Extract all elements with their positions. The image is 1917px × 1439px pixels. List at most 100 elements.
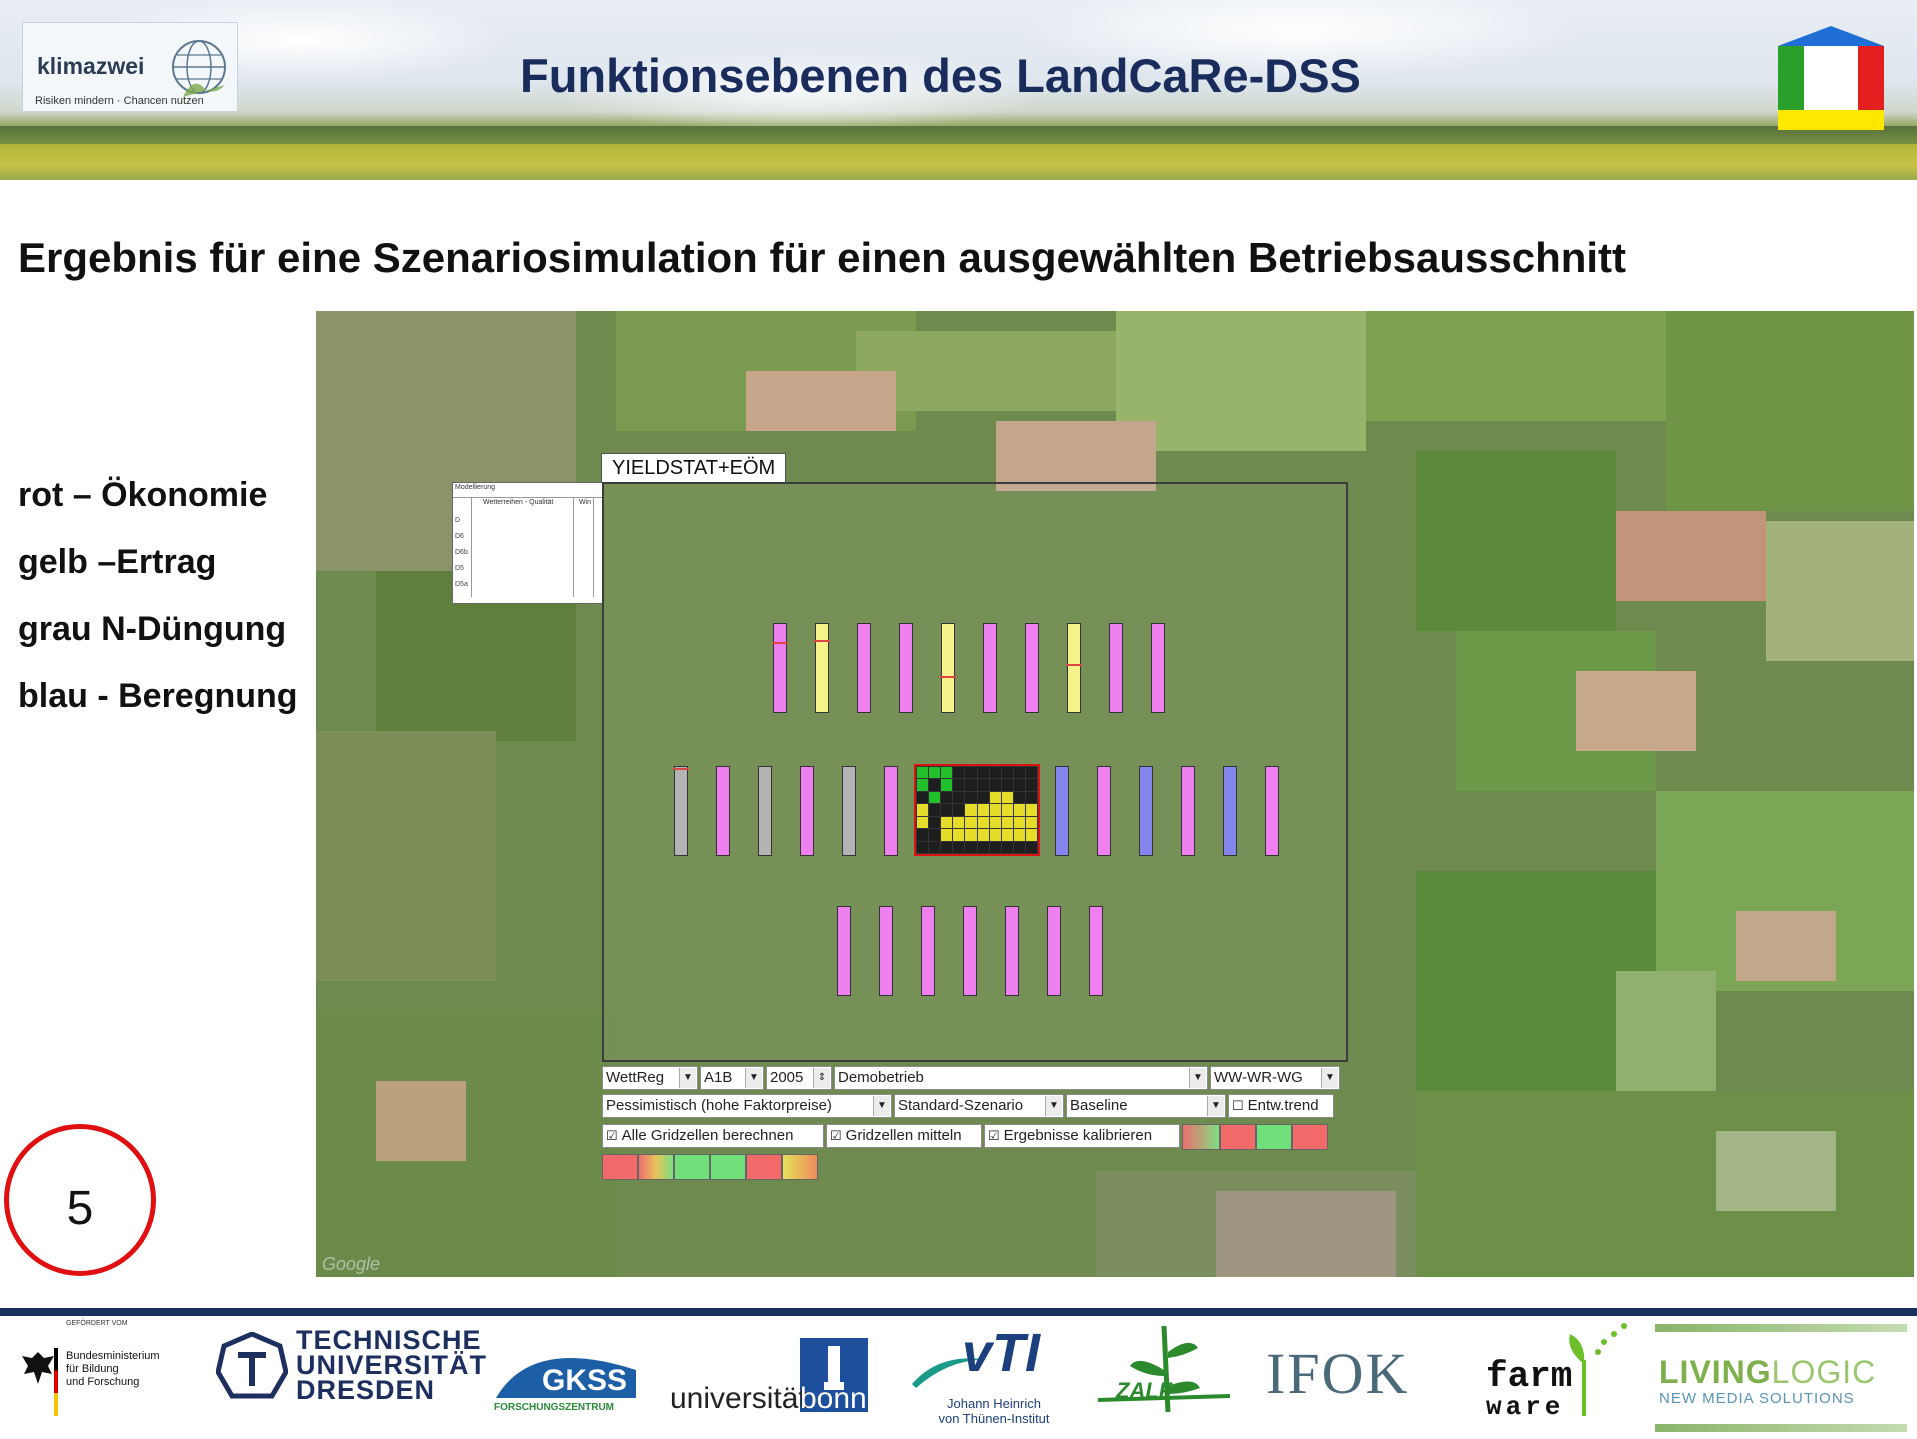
grid-cell[interactable] <box>989 841 1001 853</box>
economy-bar[interactable] <box>1181 766 1195 856</box>
fertilizer-bar[interactable] <box>673 766 689 856</box>
checkbox-checked-icon[interactable]: ☑ <box>988 1125 1000 1147</box>
grid-cell[interactable] <box>989 779 1001 791</box>
grid-cell[interactable] <box>965 816 977 829</box>
chevron-down-icon[interactable]: ▼ <box>873 1096 890 1116</box>
table-row[interactable]: D5 <box>455 565 464 572</box>
economy-bar[interactable] <box>716 766 730 856</box>
grid-cell[interactable] <box>917 816 929 829</box>
economy-bar[interactable] <box>884 766 898 856</box>
farm-select[interactable]: Demobetrieb ▼ <box>834 1066 1208 1090</box>
economy-bar[interactable] <box>837 906 851 996</box>
grid-cell[interactable] <box>1025 841 1037 853</box>
grid-cell[interactable] <box>1025 829 1037 841</box>
economy-bar[interactable] <box>1025 623 1039 713</box>
grid-cell[interactable] <box>989 816 1001 829</box>
checkbox-unchecked-icon[interactable]: ☐ <box>1232 1095 1244 1117</box>
economy-bar[interactable] <box>1109 623 1123 713</box>
grid-cell[interactable] <box>941 767 953 779</box>
fertilizer-bar[interactable] <box>758 766 772 856</box>
grid-cell[interactable] <box>929 804 941 816</box>
grid-cell[interactable] <box>989 791 1001 804</box>
yield-bar[interactable] <box>814 623 830 713</box>
grid-cell[interactable] <box>917 767 929 779</box>
economy-bar[interactable] <box>879 906 893 996</box>
chevron-down-icon[interactable]: ▼ <box>1045 1096 1062 1116</box>
grid-cell[interactable] <box>1013 791 1025 804</box>
grid-cell[interactable] <box>929 829 941 841</box>
model-quality-table[interactable]: Modellierung Wetterreihen - Qualität Win… <box>452 482 604 604</box>
grid-cell[interactable] <box>953 829 965 841</box>
grid-cell[interactable] <box>941 829 953 841</box>
grid-cell[interactable] <box>1013 841 1025 853</box>
grid-cell[interactable] <box>977 779 989 791</box>
grid-cell[interactable] <box>965 779 977 791</box>
year-stepper[interactable]: 2005 ⇕ <box>766 1066 832 1090</box>
grid-cell[interactable] <box>917 779 929 791</box>
economy-bar[interactable] <box>1097 766 1111 856</box>
grid-cell[interactable] <box>929 816 941 829</box>
grid-cell[interactable] <box>1001 779 1013 791</box>
grid-cell[interactable] <box>977 816 989 829</box>
baseline-select[interactable]: Baseline ▼ <box>1066 1094 1226 1118</box>
grid-cell[interactable] <box>917 791 929 804</box>
grid-cell[interactable] <box>953 841 965 853</box>
economy-bar[interactable] <box>1047 906 1061 996</box>
grid-cell[interactable] <box>989 804 1001 816</box>
grid-cell[interactable] <box>1013 816 1025 829</box>
table-row[interactable]: D6 <box>455 533 464 540</box>
grid-cell[interactable] <box>1013 804 1025 816</box>
chevron-down-icon[interactable]: ▼ <box>1189 1068 1206 1088</box>
result-swatch[interactable] <box>1292 1124 1328 1150</box>
grid-cell[interactable] <box>929 779 941 791</box>
economy-bar[interactable] <box>1265 766 1279 856</box>
grid-cell[interactable] <box>929 841 941 853</box>
economy-bar[interactable] <box>1005 906 1019 996</box>
grid-cell[interactable] <box>917 804 929 816</box>
result-swatch[interactable] <box>782 1154 818 1180</box>
economy-bar[interactable] <box>1089 906 1103 996</box>
result-swatch[interactable] <box>746 1154 782 1180</box>
grid-cell[interactable] <box>965 767 977 779</box>
grid-cell[interactable] <box>1013 779 1025 791</box>
chevron-down-icon[interactable]: ▼ <box>1321 1068 1338 1088</box>
economy-bar[interactable] <box>983 623 997 713</box>
emission-scenario-select[interactable]: A1B ▼ <box>700 1066 764 1090</box>
grid-cell[interactable] <box>977 767 989 779</box>
economy-bar[interactable] <box>921 906 935 996</box>
result-swatch[interactable] <box>710 1154 746 1180</box>
grid-cell[interactable] <box>1025 779 1037 791</box>
result-swatch[interactable] <box>674 1154 710 1180</box>
grid-cell[interactable] <box>1025 767 1037 779</box>
economy-bar[interactable] <box>1151 623 1165 713</box>
chevron-down-icon[interactable]: ▼ <box>679 1068 696 1088</box>
grid-cell[interactable] <box>941 779 953 791</box>
grid-cell[interactable] <box>1013 829 1025 841</box>
grid-cell[interactable] <box>965 841 977 853</box>
grid-cell[interactable] <box>1025 816 1037 829</box>
checkbox-checked-icon[interactable]: ☑ <box>606 1125 618 1147</box>
all-gridcells-checkbox[interactable]: ☑ Alle Gridzellen berechnen <box>602 1124 824 1148</box>
table-row[interactable]: D5a <box>455 581 468 588</box>
grid-cell[interactable] <box>941 841 953 853</box>
grid-cell[interactable] <box>989 829 1001 841</box>
economy-bar[interactable] <box>899 623 913 713</box>
grid-cell[interactable] <box>929 791 941 804</box>
result-swatch[interactable] <box>1182 1124 1220 1150</box>
grid-cell[interactable] <box>1001 767 1013 779</box>
grid-cell[interactable] <box>953 779 965 791</box>
grid-cell[interactable] <box>965 829 977 841</box>
grid-cell[interactable] <box>1001 841 1013 853</box>
standard-scenario-select[interactable]: Standard-Szenario ▼ <box>894 1094 1064 1118</box>
yield-bar[interactable] <box>1066 623 1082 713</box>
result-swatch[interactable] <box>1220 1124 1256 1150</box>
result-swatch[interactable] <box>1256 1124 1292 1150</box>
economy-bar[interactable] <box>772 623 788 713</box>
stepper-arrows-icon[interactable]: ⇕ <box>813 1068 830 1088</box>
grid-cell[interactable] <box>1001 791 1013 804</box>
gridcell-map[interactable] <box>914 764 1040 856</box>
model-select[interactable]: WettReg ▼ <box>602 1066 698 1090</box>
trend-checkbox[interactable]: ☐ Entw.trend <box>1228 1094 1334 1118</box>
grid-cell[interactable] <box>1025 804 1037 816</box>
chevron-down-icon[interactable]: ▼ <box>745 1068 762 1088</box>
